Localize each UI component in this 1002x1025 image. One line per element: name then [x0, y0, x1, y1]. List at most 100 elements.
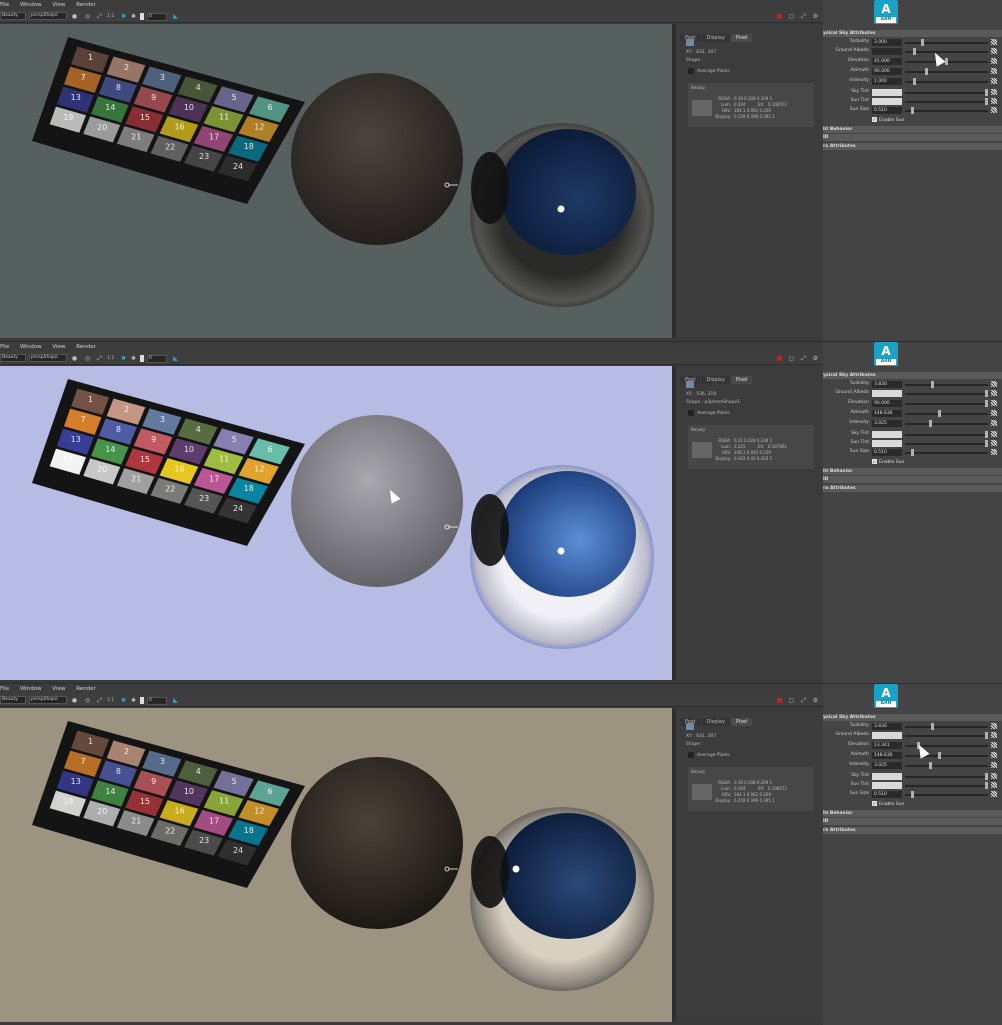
- slider-thumb[interactable]: [985, 431, 988, 438]
- rendered-image[interactable]: 1 2 3 4 5 6 7 8 9 10 11 12 13 14 15 16 17 18 19 20 21 22 23 24: [0, 366, 672, 680]
- menu-render[interactable]: Render: [76, 684, 96, 694]
- azimuth-field[interactable]: 90.000: [872, 68, 902, 75]
- exposure-field[interactable]: 0: [147, 697, 167, 705]
- slider-thumb[interactable]: [925, 68, 928, 75]
- slider-thumb[interactable]: [985, 440, 988, 447]
- slider-thumb[interactable]: [913, 78, 916, 85]
- azimuth-field[interactable]: 148.636: [872, 752, 902, 759]
- slider-thumb[interactable]: [930, 723, 934, 730]
- intensity-field[interactable]: 1.000: [872, 78, 902, 85]
- section-light-behavior[interactable]: ht Behavior: [823, 810, 1002, 817]
- section-extra-attributes[interactable]: ra Attributes: [823, 143, 1002, 150]
- map-button-icon[interactable]: [991, 410, 997, 416]
- slider-thumb[interactable]: [929, 420, 932, 427]
- aov-dropdown[interactable]: Beauty: [0, 696, 26, 704]
- stop-render-icon[interactable]: ■: [776, 13, 783, 20]
- sun-tint-color-field[interactable]: [872, 782, 902, 789]
- slider-thumb[interactable]: [985, 390, 988, 397]
- section-physical-sky[interactable]: ysical Sky Attributes: [823, 372, 1002, 379]
- slider-thumb[interactable]: [911, 107, 915, 114]
- map-button-icon[interactable]: [991, 782, 997, 788]
- slider-thumb[interactable]: [985, 400, 988, 407]
- sun-tint-slider[interactable]: [905, 785, 988, 787]
- exposure-slider[interactable]: [140, 13, 144, 20]
- section-extra-attributes[interactable]: ra Attributes: [823, 485, 1002, 492]
- menu-window[interactable]: Window: [20, 342, 42, 352]
- slider-thumb[interactable]: [937, 752, 941, 759]
- map-button-icon[interactable]: [991, 440, 997, 446]
- section-id[interactable]: ID: [823, 818, 1002, 825]
- record-icon[interactable]: ●: [71, 13, 78, 20]
- ground-albedo-color-field[interactable]: [872, 390, 902, 397]
- exposure-field[interactable]: 0: [147, 13, 167, 21]
- rendered-image[interactable]: 1 2 3 4 5 6 7 8 9 10 11 12 13 14 15 16 17 18 19 20 21 22 23 24: [0, 708, 672, 1022]
- ground-albedo-slider[interactable]: [905, 393, 988, 395]
- tab-pixel[interactable]: Pixel: [730, 34, 753, 42]
- intensity-field[interactable]: 3.025: [872, 762, 902, 769]
- slider-thumb[interactable]: [911, 791, 915, 798]
- sun-tint-slider[interactable]: [905, 101, 988, 103]
- sun-size-field[interactable]: 0.510: [872, 107, 902, 114]
- refresh-icon[interactable]: ▢: [788, 697, 795, 704]
- slider-thumb[interactable]: [985, 732, 988, 739]
- ratio-button[interactable]: 1:1: [107, 13, 114, 20]
- map-button-icon[interactable]: [991, 762, 997, 768]
- exposure-slider[interactable]: [140, 697, 144, 704]
- display-icon[interactable]: ◣: [172, 697, 179, 704]
- ratio-button[interactable]: 1:1: [107, 697, 114, 704]
- menu-view[interactable]: View: [52, 342, 65, 352]
- average-pixels-checkbox[interactable]: [688, 410, 694, 416]
- map-button-icon[interactable]: [991, 107, 997, 113]
- slider-thumb[interactable]: [985, 98, 988, 105]
- refresh-icon[interactable]: ▢: [788, 355, 795, 362]
- map-button-icon[interactable]: [991, 58, 997, 64]
- slider-thumb[interactable]: [985, 773, 988, 780]
- menu-view[interactable]: View: [52, 684, 65, 694]
- turbidity-field[interactable]: 3.830: [872, 723, 902, 730]
- azimuth-slider[interactable]: [905, 755, 988, 757]
- map-button-icon[interactable]: [991, 48, 997, 54]
- ratio-button[interactable]: 1:1: [107, 355, 114, 362]
- map-button-icon[interactable]: [991, 390, 997, 396]
- azimuth-slider[interactable]: [905, 71, 988, 73]
- camera-dropdown[interactable]: perspShape: [29, 12, 67, 20]
- record-icon[interactable]: ●: [71, 355, 78, 362]
- map-button-icon[interactable]: [991, 791, 997, 797]
- map-button-icon[interactable]: [991, 773, 997, 779]
- section-light-behavior[interactable]: ht Behavior: [823, 126, 1002, 133]
- sun-size-slider[interactable]: [905, 110, 988, 112]
- slider-thumb[interactable]: [911, 449, 915, 456]
- snapshot-icon[interactable]: ⤢: [800, 355, 807, 362]
- sky-tint-color-field[interactable]: [872, 431, 902, 438]
- enable-sun-checkbox[interactable]: ✓ Enable Sun: [872, 801, 904, 807]
- sun-size-slider[interactable]: [905, 452, 988, 454]
- channel-icon[interactable]: ✖: [120, 13, 127, 20]
- slider-thumb[interactable]: [937, 410, 941, 417]
- elevation-field[interactable]: 90.000: [872, 400, 902, 407]
- slider-thumb[interactable]: [985, 782, 988, 789]
- crop-icon[interactable]: ⤢: [96, 697, 103, 704]
- tab-display[interactable]: Display: [701, 34, 730, 42]
- stop-render-icon[interactable]: ■: [776, 355, 783, 362]
- tab-pixel[interactable]: Pixel: [730, 376, 753, 384]
- menu-window[interactable]: Window: [20, 0, 42, 10]
- map-button-icon[interactable]: [991, 98, 997, 104]
- enable-sun-checkbox[interactable]: ✓ Enable Sun: [872, 117, 904, 123]
- section-light-behavior[interactable]: ht Behavior: [823, 468, 1002, 475]
- map-button-icon[interactable]: [991, 449, 997, 455]
- settings-icon[interactable]: ⚙: [812, 355, 819, 362]
- exposure-field[interactable]: 0: [147, 355, 167, 363]
- sun-tint-color-field[interactable]: [872, 440, 902, 447]
- enable-sun-checkbox[interactable]: ✓ Enable Sun: [872, 459, 904, 465]
- section-extra-attributes[interactable]: ra Attributes: [823, 827, 1002, 834]
- ground-albedo-slider[interactable]: [905, 735, 988, 737]
- display-icon[interactable]: ◣: [172, 13, 179, 20]
- region-icon[interactable]: ◎: [84, 355, 91, 362]
- menu-window[interactable]: Window: [20, 684, 42, 694]
- menu-file[interactable]: File: [0, 342, 9, 352]
- menu-render[interactable]: Render: [76, 342, 96, 352]
- sky-tint-color-field[interactable]: [872, 89, 902, 96]
- section-id[interactable]: ID: [823, 134, 1002, 141]
- sky-tint-slider[interactable]: [905, 92, 988, 94]
- turbidity-slider[interactable]: [905, 384, 988, 386]
